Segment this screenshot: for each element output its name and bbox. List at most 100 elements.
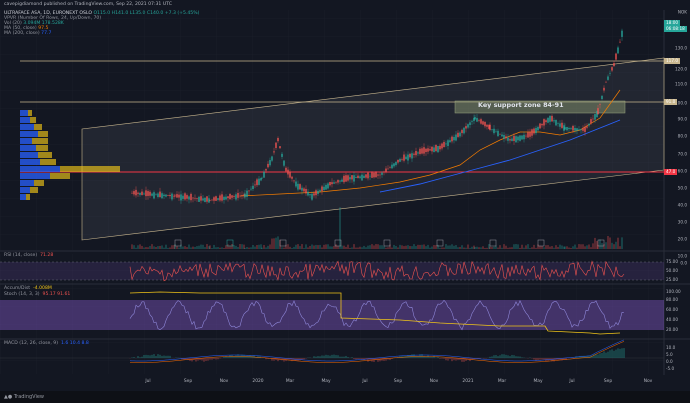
indicator-tick: 60.00 (666, 307, 678, 312)
chart-canvas[interactable] (0, 0, 690, 403)
macd-hist-bar (145, 354, 147, 358)
macd-legend[interactable]: MACD (12, 26, close, 9) 1.6 10.4 8.8 (4, 341, 89, 346)
macd-hist-bar (355, 358, 357, 360)
candle-body (231, 195, 233, 198)
candle-body (355, 177, 357, 178)
volume-bar (139, 244, 141, 249)
volume-bar (566, 246, 568, 249)
macd-hist-bar (343, 356, 345, 358)
stoch-legend[interactable]: Stoch (14, 3, 3) 95.17 91.61 (4, 292, 70, 297)
macd-hist-bar (601, 353, 603, 358)
macd-hist-bar (313, 356, 315, 358)
price-tick: 20.0 (677, 236, 687, 242)
volume-bar (484, 247, 486, 249)
tradingview-logo[interactable]: ▲● TradingView (4, 394, 44, 400)
support-zone-label[interactable]: Key support zone 84-91 (478, 101, 564, 109)
macd-hist-bar (337, 355, 339, 358)
macd-hist-bar (381, 358, 383, 361)
volume-bar (283, 247, 285, 249)
candle-body (415, 150, 417, 156)
macd-hist-bar (443, 358, 445, 359)
candle-body (405, 156, 407, 160)
rsi-value: 71.28 (40, 253, 54, 258)
volume-bar (145, 247, 147, 249)
candle-body (495, 131, 497, 133)
volume-bar (405, 245, 407, 249)
macd-hist-bar (453, 358, 455, 361)
candle-body (341, 179, 343, 182)
volume-bar (391, 247, 393, 249)
volume-bar (186, 247, 188, 249)
macd-hist-bar (537, 358, 539, 361)
candle-body (547, 117, 549, 123)
candle-body (309, 194, 311, 196)
candle-body (139, 192, 141, 195)
accum-legend[interactable]: Accum/Dist -4.008M (4, 286, 52, 291)
candle-body (349, 177, 351, 180)
vpvr-row-down (38, 152, 52, 158)
macd-hist-bar (539, 358, 541, 360)
macd-hist-bar (211, 358, 213, 360)
volume-bar (209, 245, 211, 249)
candle-body (217, 198, 219, 200)
macd-hist-bar (621, 348, 623, 358)
candle-body (566, 126, 568, 131)
volume-bar (353, 244, 355, 249)
volume-bar (231, 244, 233, 249)
candle-body (188, 196, 190, 200)
candle-body (157, 193, 159, 197)
macd-hist-bar (133, 357, 135, 358)
volume-bar (371, 244, 373, 249)
candle-body (202, 198, 204, 201)
candle-body (403, 154, 405, 161)
rsi-legend[interactable]: RSI (14, close) 71.28 (4, 253, 53, 258)
candle-body (194, 197, 196, 199)
volume-bar (297, 244, 299, 249)
volume-bar (521, 244, 523, 249)
volume-bar (241, 244, 243, 249)
candle-body (375, 172, 377, 178)
vpvr-row-down (34, 180, 44, 186)
macd-hist-bar (163, 355, 165, 358)
candle-body (343, 175, 345, 183)
volume-bar (339, 207, 341, 249)
candle-body (323, 186, 325, 191)
macd-hist-bar (433, 355, 435, 358)
volume-bar (299, 246, 301, 249)
macd-hist-bar (341, 356, 343, 358)
volume-bar (355, 247, 357, 249)
volume-bar (149, 245, 151, 249)
price-tick: 40.0 (677, 202, 687, 208)
candle-body (517, 136, 519, 141)
candle-body (198, 196, 200, 202)
candle-body (451, 136, 453, 142)
candle-body (471, 120, 473, 122)
volume-bar (157, 246, 159, 249)
volume-bar (385, 247, 387, 249)
volume-bar (359, 246, 361, 249)
candle-body (429, 149, 431, 151)
volume-bar (305, 244, 307, 249)
candle-body (578, 129, 580, 130)
stoch-band (0, 300, 664, 330)
candle-body (239, 195, 241, 197)
candle-body (582, 128, 584, 131)
candle-body (505, 136, 507, 139)
candle-body (147, 191, 149, 196)
volume-bar (147, 247, 149, 249)
candle-body (263, 171, 265, 178)
time-axis[interactable]: Jul Sep Nov 2020 Mar May Jul Sep Nov 2021 Mar May Ju… (0, 375, 664, 387)
candle-body (317, 190, 319, 194)
candle-body (482, 121, 484, 125)
macd-hist-bar (215, 358, 217, 360)
candle-body (353, 175, 355, 182)
candle-body (391, 164, 393, 169)
volume-bar (295, 244, 297, 249)
macd-hist-bar (165, 355, 167, 358)
candle-body (381, 172, 383, 175)
volume-bar (335, 244, 337, 249)
volume-bar (401, 245, 403, 249)
volume-bar (143, 247, 145, 249)
candle-body (163, 194, 165, 197)
volume-bar (443, 247, 445, 249)
